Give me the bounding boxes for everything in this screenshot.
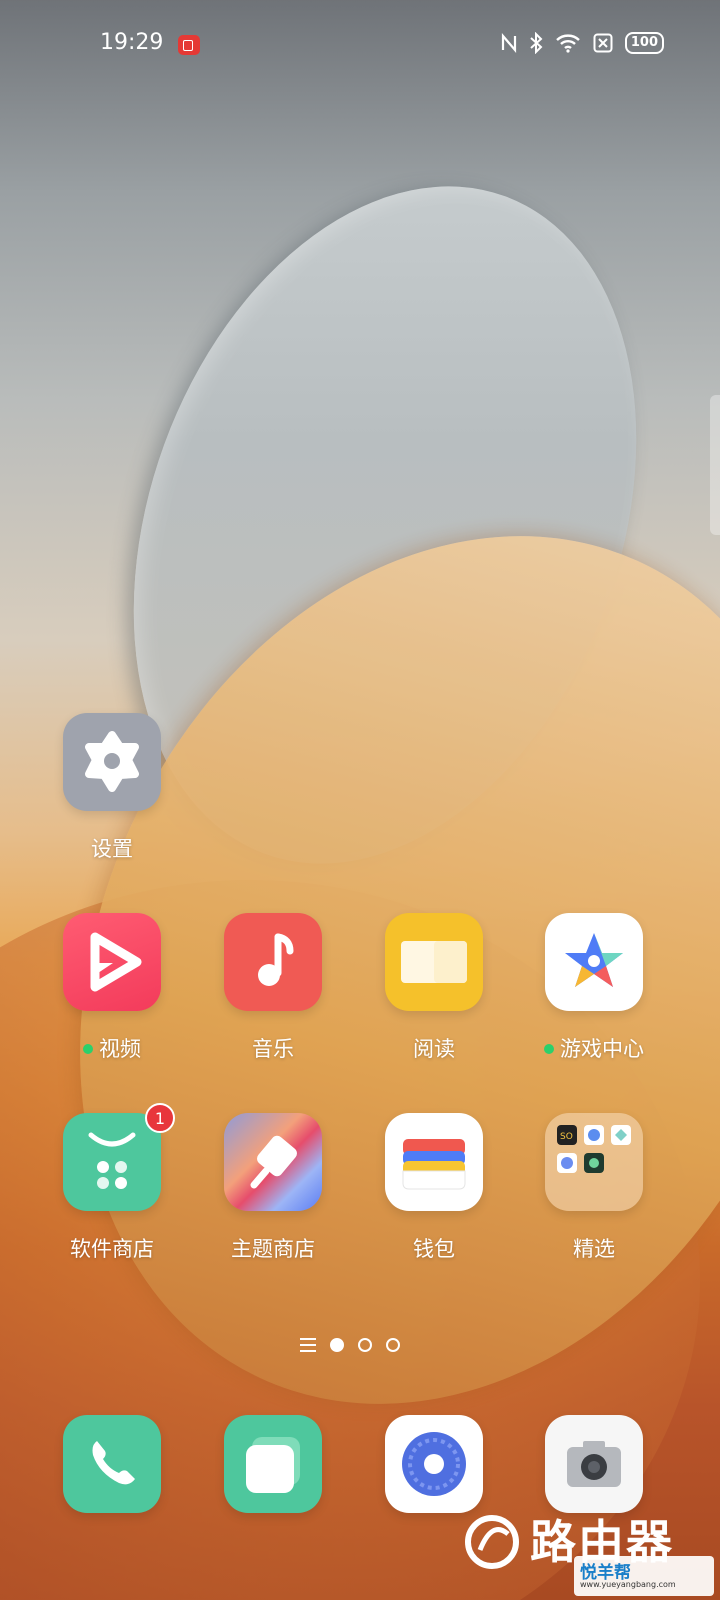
folder-icon: SO [545,1113,643,1211]
watermark-url: www.yueyangbang.com [580,1580,676,1589]
battery-icon: 100 [624,32,664,54]
new-dot-indicator [544,1044,554,1054]
music-note-icon [224,913,322,1011]
app-theme-store[interactable]: 主题商店 [208,1113,338,1263]
app-label: 精选 [573,1237,615,1261]
sim-icon [593,33,613,53]
app-label: 主题商店 [231,1237,315,1261]
notification-badge: 1 [145,1103,175,1133]
page-dot-1[interactable] [330,1338,344,1352]
dock-camera[interactable] [529,1415,659,1513]
app-drawer-menu-icon[interactable] [300,1338,316,1352]
status-bar: 19:29 100 [0,28,720,64]
wallet-icon [385,1113,483,1211]
settings-icon [63,713,161,811]
camera-icon [545,1415,643,1513]
app-store[interactable]: 1 软件商店 [47,1103,177,1263]
svg-text:SO: SO [560,1132,573,1142]
app-label: 游戏中心 [560,1037,644,1061]
nfc-icon [501,33,516,53]
paint-brush-icon [224,1113,322,1211]
screen-record-icon [178,35,200,55]
page-indicator[interactable] [300,1338,400,1352]
app-video[interactable]: 视频 [47,913,177,1063]
page-dot-2[interactable] [358,1338,372,1352]
watermark-badge: 悦羊帮 www.yueyangbang.com [574,1556,714,1596]
book-icon [385,913,483,1011]
status-time: 19:29 [100,30,164,55]
game-star-icon [545,913,643,1011]
app-reading[interactable]: 阅读 [369,913,499,1063]
bluetooth-icon [530,32,543,54]
page-dot-3[interactable] [386,1338,400,1352]
phone-icon [63,1415,161,1513]
dock-browser[interactable] [369,1415,499,1513]
app-music[interactable]: 音乐 [208,913,338,1063]
folder-featured[interactable]: SO 精选 [529,1113,659,1263]
app-label: 视频 [99,1037,141,1061]
browser-icon [385,1415,483,1513]
app-label: 阅读 [413,1037,455,1061]
edge-panel-handle[interactable] [710,395,720,535]
app-store-icon [63,1113,161,1211]
app-label: 软件商店 [70,1237,154,1261]
app-label: 音乐 [252,1037,294,1061]
messages-icon [224,1415,322,1513]
app-settings[interactable]: 设置 [47,713,177,863]
site-watermark: 路由器 悦羊帮 www.yueyangbang.com [462,1500,720,1600]
app-wallet[interactable]: 钱包 [369,1113,499,1263]
new-dot-indicator [83,1044,93,1054]
dock-phone[interactable] [47,1415,177,1513]
dock-messages[interactable] [208,1415,338,1513]
video-icon [63,913,161,1011]
wifi-icon [556,34,580,53]
app-label: 设置 [91,837,133,861]
app-game-center[interactable]: 游戏中心 [529,913,659,1063]
app-label: 钱包 [413,1237,455,1261]
